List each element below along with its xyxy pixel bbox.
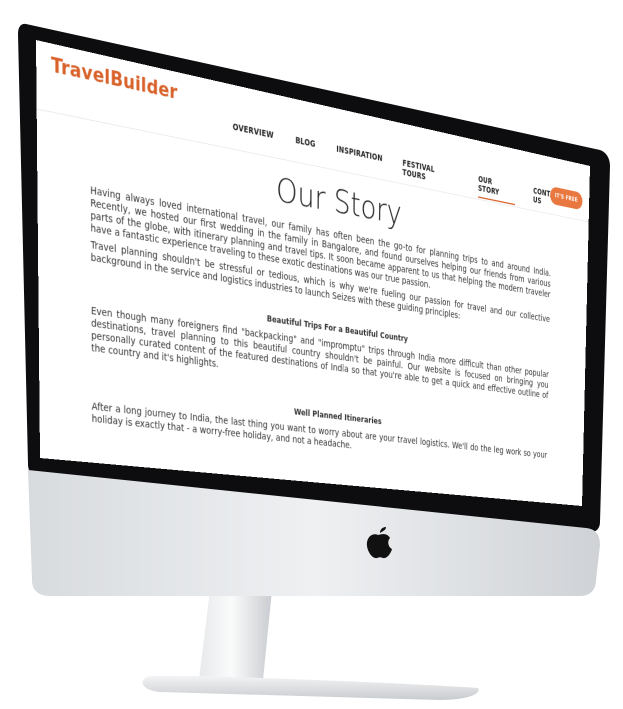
nav-overview[interactable]: OVERVIEW <box>233 122 274 156</box>
stand <box>198 590 272 690</box>
nav-our-story[interactable]: OUR STORY <box>477 174 516 206</box>
nav-blog[interactable]: BLOG <box>295 135 315 164</box>
imac-mockup: TravelBuilder OVERVIEW BLOG INSPIRATION … <box>0 0 623 709</box>
nav-inspiration[interactable]: INSPIRATION <box>336 144 382 178</box>
stand-base <box>142 675 479 700</box>
nav-festival-tours[interactable]: FESTIVAL TOURS <box>402 158 459 194</box>
